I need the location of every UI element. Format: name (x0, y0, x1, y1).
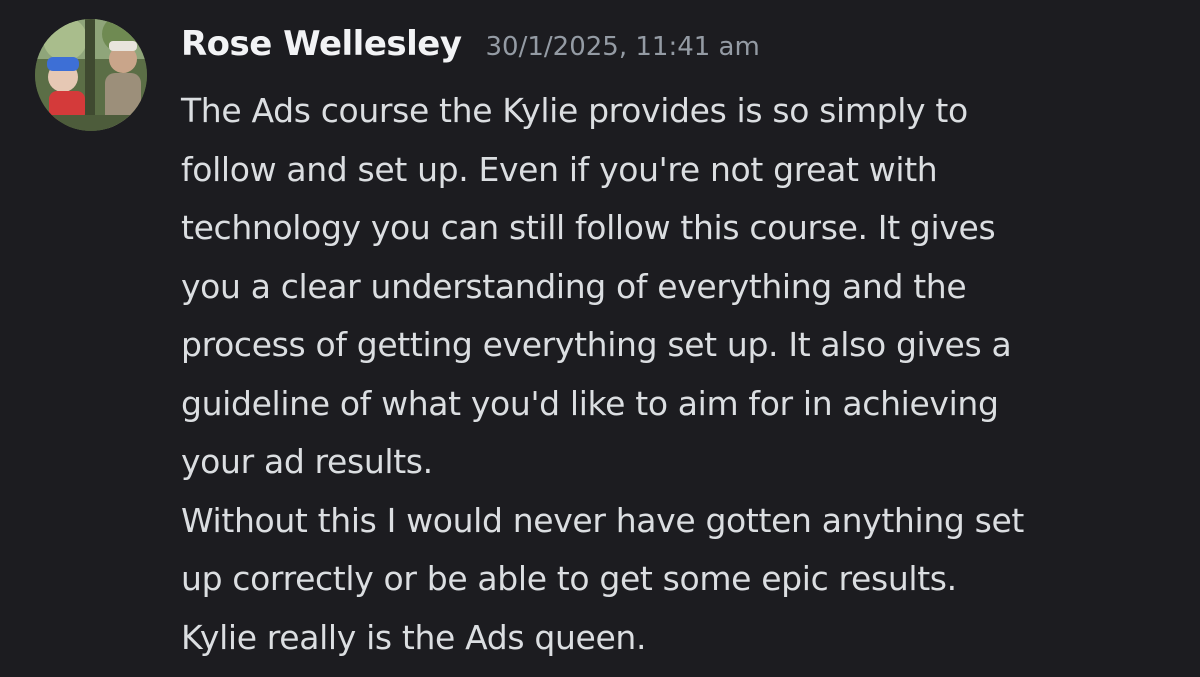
message-line: your ad results. (181, 442, 433, 481)
message-line: Without this I would never have gotten a… (181, 500, 1025, 540)
message-line: up correctly or be able to get some epic… (181, 559, 957, 598)
avatar[interactable] (35, 19, 147, 131)
message-line: technology you can still follow this cou… (181, 208, 996, 247)
message-content: Rose Wellesley 30/1/2025, 11:41 am The A… (181, 24, 1191, 667)
avatar-photo (35, 19, 147, 131)
username[interactable]: Rose Wellesley (181, 24, 462, 64)
message-line: you a clear understanding of everything … (181, 266, 967, 306)
message-line: The Ads course the Kylie provides is so … (181, 91, 968, 130)
message-header: Rose Wellesley 30/1/2025, 11:41 am (181, 24, 1191, 80)
message-line: follow and set up. Even if you're not gr… (181, 149, 938, 189)
chat-message: Rose Wellesley 30/1/2025, 11:41 am The A… (0, 0, 1200, 677)
message-line: Kylie really is the Ads queen. (181, 617, 647, 657)
message-line: process of getting everything set up. It… (181, 325, 1012, 364)
message-line: guideline of what you'd like to aim for … (181, 383, 999, 423)
message-text: The Ads course the Kylie provides is so … (181, 82, 1191, 667)
timestamp[interactable]: 30/1/2025, 11:41 am (486, 32, 760, 62)
